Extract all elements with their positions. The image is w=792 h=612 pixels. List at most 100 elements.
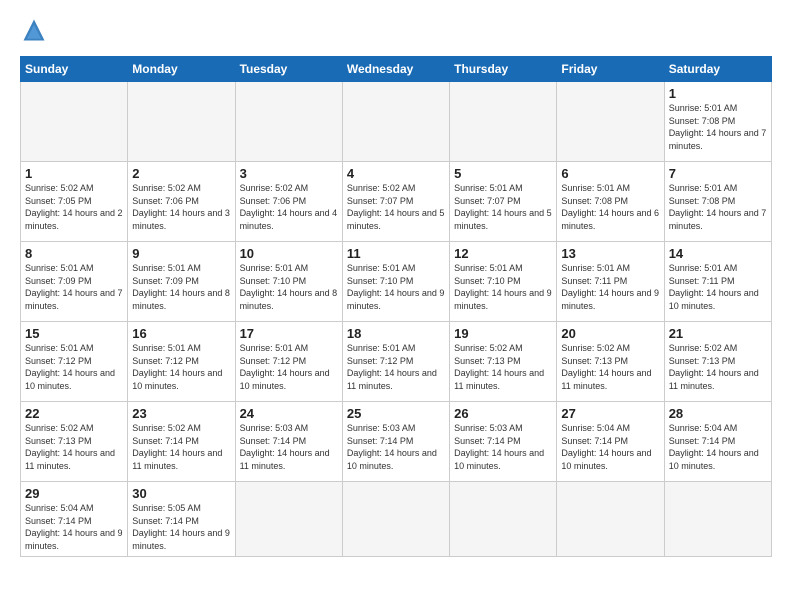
calendar-cell (557, 482, 664, 557)
day-info: Sunrise: 5:01 AMSunset: 7:12 PMDaylight:… (240, 342, 338, 392)
day-info: Sunrise: 5:02 AMSunset: 7:07 PMDaylight:… (347, 182, 445, 232)
day-number: 10 (240, 246, 338, 261)
calendar-week-2: 8Sunrise: 5:01 AMSunset: 7:09 PMDaylight… (21, 242, 772, 322)
calendar-header-thursday: Thursday (450, 57, 557, 82)
day-number: 7 (669, 166, 767, 181)
calendar-header-monday: Monday (128, 57, 235, 82)
day-info: Sunrise: 5:01 AMSunset: 7:08 PMDaylight:… (669, 102, 767, 152)
calendar-cell: 26Sunrise: 5:03 AMSunset: 7:14 PMDayligh… (450, 402, 557, 482)
day-number: 26 (454, 406, 552, 421)
calendar-cell: 24Sunrise: 5:03 AMSunset: 7:14 PMDayligh… (235, 402, 342, 482)
logo (20, 16, 52, 44)
calendar-cell: 10Sunrise: 5:01 AMSunset: 7:10 PMDayligh… (235, 242, 342, 322)
day-number: 19 (454, 326, 552, 341)
day-info: Sunrise: 5:04 AMSunset: 7:14 PMDaylight:… (669, 422, 767, 472)
calendar-header-wednesday: Wednesday (342, 57, 449, 82)
calendar-cell (235, 82, 342, 162)
calendar-header-sunday: Sunday (21, 57, 128, 82)
day-info: Sunrise: 5:01 AMSunset: 7:12 PMDaylight:… (347, 342, 445, 392)
calendar-cell: 21Sunrise: 5:02 AMSunset: 7:13 PMDayligh… (664, 322, 771, 402)
header (20, 16, 772, 44)
calendar-cell (664, 482, 771, 557)
day-number: 29 (25, 486, 123, 501)
day-info: Sunrise: 5:02 AMSunset: 7:06 PMDaylight:… (240, 182, 338, 232)
day-number: 1 (25, 166, 123, 181)
calendar-cell: 3Sunrise: 5:02 AMSunset: 7:06 PMDaylight… (235, 162, 342, 242)
calendar-cell (342, 82, 449, 162)
calendar-week-1: 1Sunrise: 5:02 AMSunset: 7:05 PMDaylight… (21, 162, 772, 242)
calendar-cell: 5Sunrise: 5:01 AMSunset: 7:07 PMDaylight… (450, 162, 557, 242)
day-number: 11 (347, 246, 445, 261)
day-number: 24 (240, 406, 338, 421)
calendar-week-5: 29Sunrise: 5:04 AMSunset: 7:14 PMDayligh… (21, 482, 772, 557)
day-number: 5 (454, 166, 552, 181)
day-number: 23 (132, 406, 230, 421)
calendar-week-3: 15Sunrise: 5:01 AMSunset: 7:12 PMDayligh… (21, 322, 772, 402)
day-info: Sunrise: 5:01 AMSunset: 7:07 PMDaylight:… (454, 182, 552, 232)
calendar-cell (21, 82, 128, 162)
logo-icon (20, 16, 48, 44)
day-info: Sunrise: 5:02 AMSunset: 7:13 PMDaylight:… (669, 342, 767, 392)
calendar-cell (128, 82, 235, 162)
day-number: 17 (240, 326, 338, 341)
day-number: 25 (347, 406, 445, 421)
calendar-week-0: 1Sunrise: 5:01 AMSunset: 7:08 PMDaylight… (21, 82, 772, 162)
day-number: 3 (240, 166, 338, 181)
day-info: Sunrise: 5:02 AMSunset: 7:14 PMDaylight:… (132, 422, 230, 472)
calendar-cell: 15Sunrise: 5:01 AMSunset: 7:12 PMDayligh… (21, 322, 128, 402)
day-number: 20 (561, 326, 659, 341)
calendar-cell: 19Sunrise: 5:02 AMSunset: 7:13 PMDayligh… (450, 322, 557, 402)
calendar-cell (450, 82, 557, 162)
calendar-table: SundayMondayTuesdayWednesdayThursdayFrid… (20, 56, 772, 557)
day-info: Sunrise: 5:01 AMSunset: 7:10 PMDaylight:… (347, 262, 445, 312)
calendar-cell (235, 482, 342, 557)
calendar-week-4: 22Sunrise: 5:02 AMSunset: 7:13 PMDayligh… (21, 402, 772, 482)
calendar-header-tuesday: Tuesday (235, 57, 342, 82)
day-number: 8 (25, 246, 123, 261)
day-info: Sunrise: 5:04 AMSunset: 7:14 PMDaylight:… (25, 502, 123, 552)
day-info: Sunrise: 5:02 AMSunset: 7:13 PMDaylight:… (561, 342, 659, 392)
day-number: 16 (132, 326, 230, 341)
day-info: Sunrise: 5:05 AMSunset: 7:14 PMDaylight:… (132, 502, 230, 552)
day-number: 14 (669, 246, 767, 261)
day-info: Sunrise: 5:01 AMSunset: 7:09 PMDaylight:… (132, 262, 230, 312)
calendar-cell (450, 482, 557, 557)
calendar-cell: 18Sunrise: 5:01 AMSunset: 7:12 PMDayligh… (342, 322, 449, 402)
calendar-header-saturday: Saturday (664, 57, 771, 82)
day-info: Sunrise: 5:03 AMSunset: 7:14 PMDaylight:… (454, 422, 552, 472)
calendar-cell: 16Sunrise: 5:01 AMSunset: 7:12 PMDayligh… (128, 322, 235, 402)
day-number: 12 (454, 246, 552, 261)
day-info: Sunrise: 5:04 AMSunset: 7:14 PMDaylight:… (561, 422, 659, 472)
calendar-cell: 20Sunrise: 5:02 AMSunset: 7:13 PMDayligh… (557, 322, 664, 402)
day-number: 18 (347, 326, 445, 341)
day-info: Sunrise: 5:03 AMSunset: 7:14 PMDaylight:… (347, 422, 445, 472)
day-number: 13 (561, 246, 659, 261)
day-number: 9 (132, 246, 230, 261)
day-info: Sunrise: 5:02 AMSunset: 7:13 PMDaylight:… (454, 342, 552, 392)
calendar-cell: 8Sunrise: 5:01 AMSunset: 7:09 PMDaylight… (21, 242, 128, 322)
day-info: Sunrise: 5:03 AMSunset: 7:14 PMDaylight:… (240, 422, 338, 472)
day-info: Sunrise: 5:01 AMSunset: 7:08 PMDaylight:… (669, 182, 767, 232)
day-number: 28 (669, 406, 767, 421)
calendar-cell (557, 82, 664, 162)
calendar-cell: 7Sunrise: 5:01 AMSunset: 7:08 PMDaylight… (664, 162, 771, 242)
day-info: Sunrise: 5:02 AMSunset: 7:06 PMDaylight:… (132, 182, 230, 232)
calendar-cell: 23Sunrise: 5:02 AMSunset: 7:14 PMDayligh… (128, 402, 235, 482)
day-info: Sunrise: 5:02 AMSunset: 7:05 PMDaylight:… (25, 182, 123, 232)
calendar-cell: 28Sunrise: 5:04 AMSunset: 7:14 PMDayligh… (664, 402, 771, 482)
day-info: Sunrise: 5:01 AMSunset: 7:12 PMDaylight:… (132, 342, 230, 392)
day-number: 30 (132, 486, 230, 501)
calendar-header-friday: Friday (557, 57, 664, 82)
day-info: Sunrise: 5:01 AMSunset: 7:09 PMDaylight:… (25, 262, 123, 312)
day-info: Sunrise: 5:01 AMSunset: 7:10 PMDaylight:… (454, 262, 552, 312)
calendar-header-row: SundayMondayTuesdayWednesdayThursdayFrid… (21, 57, 772, 82)
calendar-cell: 6Sunrise: 5:01 AMSunset: 7:08 PMDaylight… (557, 162, 664, 242)
day-info: Sunrise: 5:01 AMSunset: 7:11 PMDaylight:… (561, 262, 659, 312)
calendar-cell: 27Sunrise: 5:04 AMSunset: 7:14 PMDayligh… (557, 402, 664, 482)
calendar-cell: 30Sunrise: 5:05 AMSunset: 7:14 PMDayligh… (128, 482, 235, 557)
calendar-cell: 4Sunrise: 5:02 AMSunset: 7:07 PMDaylight… (342, 162, 449, 242)
day-number: 22 (25, 406, 123, 421)
calendar-cell: 9Sunrise: 5:01 AMSunset: 7:09 PMDaylight… (128, 242, 235, 322)
day-info: Sunrise: 5:01 AMSunset: 7:08 PMDaylight:… (561, 182, 659, 232)
day-number: 1 (669, 86, 767, 101)
